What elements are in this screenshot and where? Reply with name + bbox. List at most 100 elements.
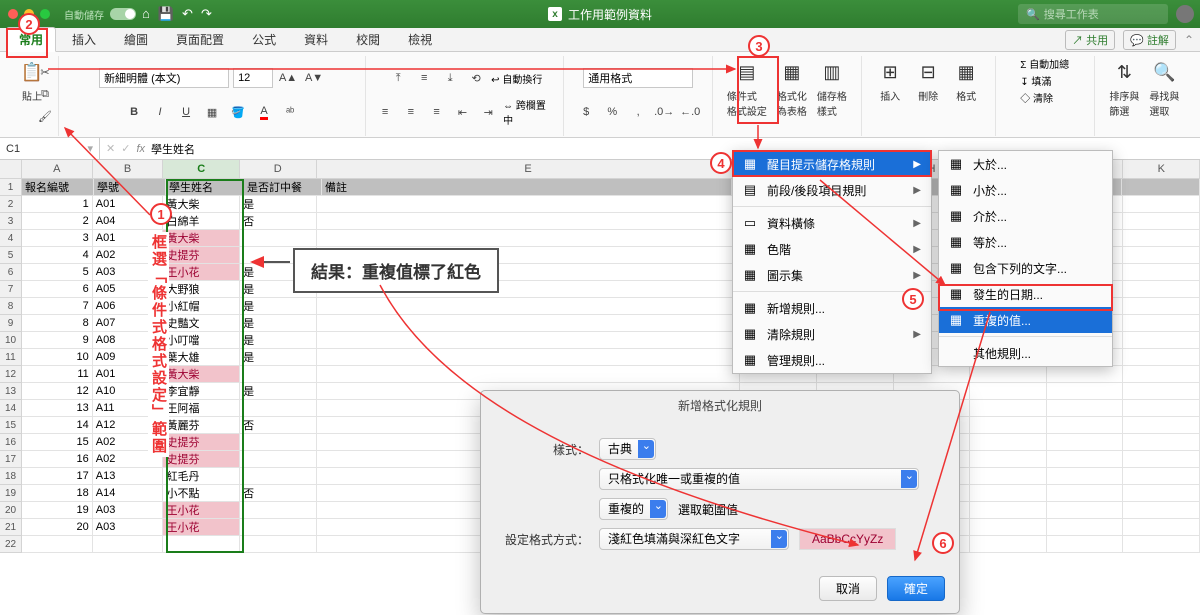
row-header[interactable]: 2 <box>0 196 22 213</box>
row-header[interactable]: 17 <box>0 451 22 468</box>
cell[interactable]: 學生姓名 <box>166 179 244 196</box>
cell[interactable] <box>1123 485 1200 502</box>
row-header[interactable]: 12 <box>0 366 22 383</box>
mi-contains[interactable]: ▦包含下列的文字... <box>939 255 1112 281</box>
format-cells-button[interactable]: ▦格式 <box>948 56 984 105</box>
percent-icon[interactable]: % <box>601 102 623 122</box>
cell[interactable]: 黃麗芬 <box>163 417 240 434</box>
col-header-D[interactable]: D <box>240 160 317 179</box>
save-icon[interactable]: 💾 <box>158 6 174 22</box>
indent-icon[interactable]: ⇥ <box>477 102 499 122</box>
cell[interactable]: 18 <box>22 485 93 502</box>
cell[interactable]: 小不點 <box>163 485 240 502</box>
cell[interactable] <box>1047 519 1124 536</box>
redo-icon[interactable]: ↷ <box>201 6 212 22</box>
cell[interactable] <box>1047 485 1124 502</box>
cell[interactable]: 報名編號 <box>22 179 94 196</box>
cell[interactable] <box>317 196 741 213</box>
cell[interactable] <box>1047 451 1124 468</box>
cell[interactable] <box>1122 179 1200 196</box>
tab-draw[interactable]: 繪圖 <box>112 28 160 51</box>
mi-databars[interactable]: ▭資料橫條▶ <box>733 210 931 236</box>
cell[interactable] <box>317 349 741 366</box>
cell[interactable] <box>1123 451 1200 468</box>
bold-icon[interactable]: B <box>123 102 145 122</box>
align-right-icon[interactable]: ≡ <box>426 102 448 122</box>
font-name-input[interactable] <box>99 68 229 88</box>
tab-data[interactable]: 資料 <box>292 28 340 51</box>
row-header[interactable]: 18 <box>0 468 22 485</box>
cell[interactable]: 王小花 <box>163 519 240 536</box>
tab-layout[interactable]: 頁面配置 <box>164 28 236 51</box>
row-header[interactable]: 6 <box>0 264 22 281</box>
cell[interactable]: 大野狼 <box>163 281 240 298</box>
undo-icon[interactable]: ↶ <box>182 6 193 22</box>
tab-review[interactable]: 校閱 <box>344 28 392 51</box>
cell[interactable]: 7 <box>22 298 93 315</box>
cell[interactable]: 學號 <box>94 179 166 196</box>
autosum-button[interactable]: Σ 自動加總 <box>1020 56 1069 71</box>
cell[interactable] <box>1047 434 1124 451</box>
cell[interactable]: 19 <box>22 502 93 519</box>
cell[interactable] <box>240 468 317 485</box>
fill-button[interactable]: ↧ 填滿 <box>1020 73 1051 88</box>
cell[interactable]: 否 <box>240 485 317 502</box>
cell[interactable]: 5 <box>22 264 93 281</box>
cell[interactable]: A14 <box>93 485 164 502</box>
cell[interactable]: 15 <box>22 434 93 451</box>
cell[interactable]: 否 <box>240 417 317 434</box>
cell[interactable] <box>970 383 1047 400</box>
col-header-K[interactable]: K <box>1123 160 1200 179</box>
cell[interactable] <box>1123 230 1200 247</box>
cell[interactable] <box>1047 417 1124 434</box>
autosave-toggle[interactable] <box>110 8 136 20</box>
format-as-table-button[interactable]: ▦格式化 為表格 <box>773 56 811 120</box>
cell[interactable] <box>1047 366 1124 383</box>
cell[interactable]: 葉大雄 <box>163 349 240 366</box>
mi-iconsets[interactable]: ▦圖示集▶ <box>733 262 931 288</box>
row-header[interactable]: 16 <box>0 434 22 451</box>
avatar[interactable] <box>1176 5 1194 23</box>
collapse-ribbon-icon[interactable]: ⌃ <box>1184 33 1194 47</box>
italic-icon[interactable]: I <box>149 102 171 122</box>
cell[interactable]: A03 <box>93 502 164 519</box>
mi-eq[interactable]: ▦等於... <box>939 229 1112 255</box>
row-header[interactable]: 20 <box>0 502 22 519</box>
row-header[interactable]: 3 <box>0 213 22 230</box>
name-box[interactable]: C1▾ <box>0 138 100 159</box>
clear-button[interactable]: ◇ 清除 <box>1020 90 1053 105</box>
cell[interactable] <box>970 400 1047 417</box>
currency-icon[interactable]: $ <box>575 102 597 122</box>
cell[interactable]: 是 <box>240 332 317 349</box>
cell[interactable] <box>1123 502 1200 519</box>
cell[interactable] <box>970 519 1047 536</box>
cell[interactable] <box>1123 468 1200 485</box>
cell[interactable] <box>1123 213 1200 230</box>
cut-icon[interactable]: ✂ <box>34 62 56 82</box>
format-with-select[interactable]: 淺紅色填滿與深紅色文字 <box>599 528 789 550</box>
cell[interactable] <box>1123 383 1200 400</box>
cell[interactable] <box>970 468 1047 485</box>
cell[interactable] <box>1123 332 1200 349</box>
search-input[interactable]: 🔍 搜尋工作表 <box>1018 4 1168 24</box>
cell[interactable]: 9 <box>22 332 93 349</box>
cell[interactable]: 20 <box>22 519 93 536</box>
row-header[interactable]: 13 <box>0 383 22 400</box>
increase-font-icon[interactable]: A▲ <box>277 68 299 88</box>
cell[interactable] <box>1123 400 1200 417</box>
decrease-decimal-icon[interactable]: ←.0 <box>679 102 701 122</box>
row-header[interactable]: 19 <box>0 485 22 502</box>
cell[interactable]: 12 <box>22 383 93 400</box>
unique-dup-select[interactable]: 重複的 <box>599 498 668 520</box>
insert-cells-button[interactable]: ⊞插入 <box>872 56 908 105</box>
cell[interactable]: 11 <box>22 366 93 383</box>
row-header[interactable]: 5 <box>0 247 22 264</box>
fx-icon[interactable]: fx <box>136 143 145 155</box>
cell[interactable] <box>1123 349 1200 366</box>
cell[interactable]: 4 <box>22 247 93 264</box>
col-header-C[interactable]: C <box>163 160 240 179</box>
row-header[interactable]: 15 <box>0 417 22 434</box>
cell[interactable]: 紅毛丹 <box>163 468 240 485</box>
copy-icon[interactable]: ⧉ <box>34 84 56 104</box>
align-top-icon[interactable]: ⤒ <box>387 68 409 88</box>
